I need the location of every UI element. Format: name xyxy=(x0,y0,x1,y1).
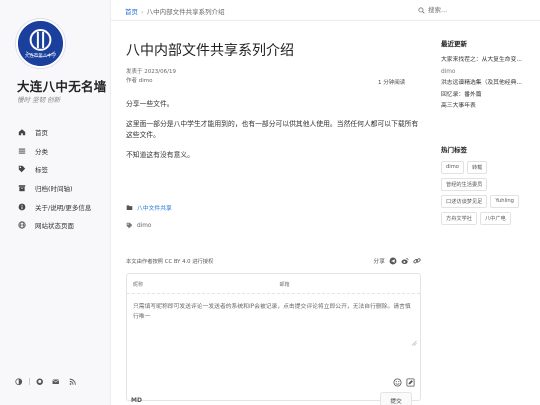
sidebar-item-label: 首页 xyxy=(35,129,48,138)
home-icon xyxy=(17,128,26,137)
post-paragraph: 这里面一部分是八中学生才能用到的，也有一部分可以供其他人使用。当然任何人都可以下… xyxy=(126,120,419,139)
sidebar-item-label: 分类 xyxy=(35,147,48,156)
recent-link[interactable]: 大家来找茬之：从大复生命变... xyxy=(441,55,536,67)
list-icon xyxy=(17,146,26,155)
comment-tools xyxy=(393,378,415,387)
read-time: 1 分钟阅读 xyxy=(378,80,406,86)
top-bar: 首页 › 八中内部文件共享系列介绍 xyxy=(111,0,540,21)
resize-handle-icon[interactable] xyxy=(411,340,417,346)
breadcrumb-current: 八中内部文件共享系列介绍 xyxy=(146,8,225,16)
sidebar-item-categories[interactable]: 分类 xyxy=(17,142,107,161)
recent-link[interactable]: 洪志远谱精选集（及其他经典... xyxy=(441,78,536,90)
breadcrumb-separator: › xyxy=(141,8,144,16)
submit-button[interactable]: 提交 xyxy=(380,392,412,405)
telegram-icon[interactable] xyxy=(389,257,397,265)
recent-link[interactable]: 高三大事年表 xyxy=(441,101,536,113)
tag-icon xyxy=(17,165,26,174)
comment-input[interactable]: 只需填写昵称即可发送评论一发送者的系统和IP会被记录，点击提交评论将立即公开，无… xyxy=(133,302,416,322)
sidebar-item-tags[interactable]: 标签 xyxy=(17,160,107,179)
post-tags: dimo xyxy=(126,222,151,229)
license-row: 本文由作者按照 CC BY 4.0 进行授权 分享 xyxy=(126,256,421,266)
mail-icon[interactable] xyxy=(52,378,60,386)
sidebar-item-label: 标签 xyxy=(35,166,48,175)
comment-box: 昵称 邮箱 只需填写昵称即可发送评论一发送者的系统和IP会被记录，点击提交评论将… xyxy=(126,273,421,405)
category-link[interactable]: 八中文件共享 xyxy=(137,203,172,212)
rss-icon[interactable] xyxy=(69,378,77,386)
email-field[interactable]: 邮箱 xyxy=(274,274,421,293)
tag-chip[interactable]: dimo xyxy=(441,161,464,174)
sidebar-item-status[interactable]: 网站状态页面 xyxy=(17,216,107,235)
sidebar-item-archive[interactable]: 归档(时间轴) xyxy=(17,179,107,198)
post-date: 发表于 2023/06/19 xyxy=(126,69,176,75)
breadcrumb-home-link[interactable]: 首页 xyxy=(125,8,138,16)
theme-toggle-icon[interactable] xyxy=(15,378,23,386)
right-panel: 最近更新 大家来找茬之：从大复生命变... dimo 洪志远谱精选集（及其他经典… xyxy=(441,38,536,225)
recent-link[interactable]: dimo xyxy=(441,67,536,79)
search-box[interactable] xyxy=(418,3,534,17)
popular-tags-title: 热门标签 xyxy=(441,146,467,154)
github-icon[interactable] xyxy=(36,378,44,386)
footer-divider xyxy=(28,378,30,386)
tag-chip[interactable]: 方舟文学社 xyxy=(441,212,477,225)
sidebar-item-label: 归档(时间轴) xyxy=(35,185,73,194)
post-body: 分享一些文件。 这里面一部分是八中学生才能用到的，也有一部分可以供其他人使用。当… xyxy=(126,99,421,170)
logo-emblem-icon: 大连市第八中学 xyxy=(18,21,63,66)
post-author: 作者 dimo xyxy=(126,78,153,84)
site-logo[interactable]: 大连市第八中学 xyxy=(16,19,65,68)
post-paragraph: 分享一些文件。 xyxy=(126,100,174,108)
tag-chip[interactable]: 八中广电 xyxy=(479,212,511,225)
folder-icon xyxy=(126,205,133,210)
search-input[interactable] xyxy=(428,6,528,14)
emoji-icon[interactable] xyxy=(393,378,402,387)
tag-chip[interactable]: Yuhling xyxy=(490,195,519,208)
sidebar-item-about[interactable]: 关于/说明/更多信息 xyxy=(17,197,107,216)
site-title[interactable]: 大连八中无名墙 xyxy=(17,76,107,95)
info-icon xyxy=(17,202,26,211)
preview-icon[interactable] xyxy=(406,378,415,387)
sidebar-nav: 首页 分类 标签 归档(时间轴) 关于/说明/更多信息 网站状态页面 xyxy=(17,123,107,235)
comment-fields: 昵称 邮箱 xyxy=(127,274,420,294)
breadcrumb: 首页 › 八中内部文件共享系列介绍 xyxy=(125,6,225,16)
recent-updates-title: 最近更新 xyxy=(441,40,467,48)
post-category: 八中文件共享 xyxy=(126,203,172,212)
recent-link[interactable]: 回忆录：番外篇 xyxy=(441,90,536,102)
post-meta: 发表于 2023/06/19 作者 dimo xyxy=(126,68,176,86)
sidebar-item-label: 网站状态页面 xyxy=(35,222,74,231)
tag-icon xyxy=(126,222,133,229)
sidebar: 大连市第八中学 大连八中无名墙 慢时 坚韧 创新 首页 分类 标签 归档(时间轴… xyxy=(0,0,111,405)
share-label: 分享 xyxy=(373,259,385,265)
tag-chip[interactable]: 转载 xyxy=(466,161,488,174)
nickname-field[interactable]: 昵称 xyxy=(127,274,274,293)
tag-chip[interactable]: 口述访谈梦见足 xyxy=(441,195,488,208)
globe-icon xyxy=(17,221,26,230)
share-bar: 分享 xyxy=(373,256,421,265)
sidebar-item-home[interactable]: 首页 xyxy=(17,123,107,142)
popular-tags: 热门标签 dimo 转载 曾经的生活委员 口述访谈梦见足 Yuhling 方舟文… xyxy=(441,144,536,225)
license-text: 本文由作者按照 CC BY 4.0 进行授权 xyxy=(126,259,214,265)
tag-cloud: dimo 转载 曾经的生活委员 口述访谈梦见足 Yuhling 方舟文学社 八中… xyxy=(441,161,536,225)
tag-link[interactable]: dimo xyxy=(137,223,151,229)
search-icon xyxy=(418,6,425,14)
sidebar-footer xyxy=(15,378,76,386)
weibo-icon[interactable] xyxy=(401,257,409,265)
link-icon[interactable] xyxy=(413,257,421,265)
markdown-badge: MD xyxy=(131,397,142,404)
post-title: 八中内部文件共享系列介绍 xyxy=(126,43,294,59)
archive-icon xyxy=(17,184,26,193)
site-motto: 慢时 坚韧 创新 xyxy=(17,96,61,104)
tag-chip[interactable]: 曾经的生活委员 xyxy=(441,178,488,191)
sidebar-item-label: 关于/说明/更多信息 xyxy=(35,203,92,212)
post-paragraph: 不知道这有没有意义。 xyxy=(126,151,194,159)
recent-updates-list: 大家来找茬之：从大复生命变... dimo 洪志远谱精选集（及其他经典... 回… xyxy=(441,55,536,113)
